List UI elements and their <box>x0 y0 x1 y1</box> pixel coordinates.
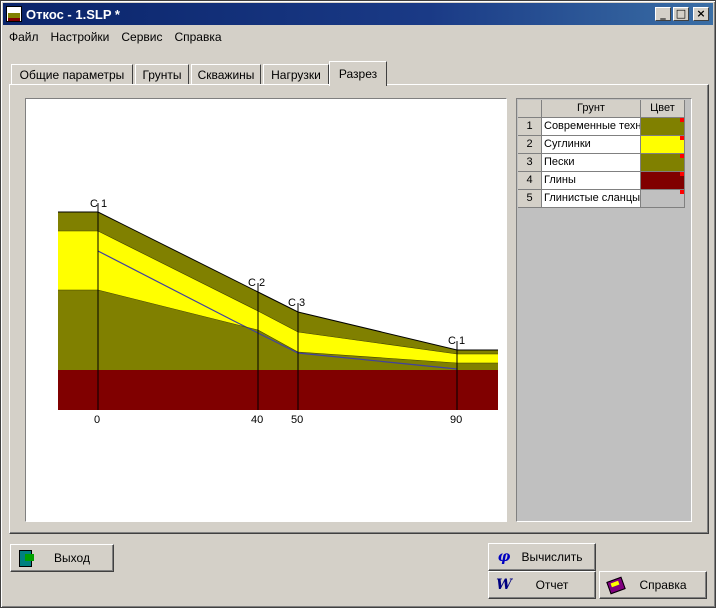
soil-color-swatch[interactable] <box>641 172 685 190</box>
soil-color-swatch[interactable] <box>641 118 685 136</box>
section-svg: С 1 С 2 С 3 С 1 0 40 50 90 <box>58 198 498 426</box>
calculate-button[interactable]: φ Вычислить <box>488 543 596 571</box>
maximize-button[interactable]: □ <box>673 7 689 21</box>
header-num <box>518 100 542 118</box>
x-tick-90: 90 <box>450 414 462 426</box>
x-tick-40: 40 <box>251 414 263 426</box>
soil-color-swatch[interactable] <box>641 154 685 172</box>
menu-help[interactable]: Справка <box>168 30 227 44</box>
help-book-icon <box>606 576 624 594</box>
table-row[interactable]: 1 Современные техногенные <box>518 118 685 136</box>
soil-name[interactable]: Глины <box>542 172 641 190</box>
tab-loads[interactable]: Нагрузки <box>263 64 329 85</box>
row-num: 5 <box>518 190 542 208</box>
minimize-button[interactable]: _ <box>655 7 671 21</box>
table-row[interactable]: 4 Глины <box>518 172 685 190</box>
layer-clay <box>58 370 498 410</box>
soil-grid[interactable]: Грунт Цвет 1 Современные техногенные 2 С… <box>516 98 692 522</box>
well-label-c2: С 2 <box>248 277 265 289</box>
exit-label: Выход <box>54 551 90 565</box>
close-button[interactable]: × <box>693 7 709 21</box>
phi-icon: φ <box>497 549 511 565</box>
window-title: Откос - 1.SLP * <box>26 6 120 22</box>
color-marker <box>680 172 684 176</box>
section-tab-panel: С 1 С 2 С 3 С 1 0 40 50 90 Грунт Цвет 1 … <box>9 84 709 534</box>
x-tick-50: 50 <box>291 414 303 426</box>
row-num: 3 <box>518 154 542 172</box>
tab-soils[interactable]: Грунты <box>135 64 189 85</box>
calculate-label: Вычислить <box>521 550 583 564</box>
color-marker <box>680 118 684 122</box>
app-window: Откос - 1.SLP * _ □ × Файл Настройки Сер… <box>0 0 716 608</box>
soil-name[interactable]: Глинистые сланцы <box>542 190 641 208</box>
table-row[interactable]: 3 Пески <box>518 154 685 172</box>
tab-general-params[interactable]: Общие параметры <box>11 64 133 85</box>
tab-boreholes[interactable]: Скважины <box>191 64 261 85</box>
help-button[interactable]: Справка <box>599 571 707 599</box>
report-button[interactable]: W Отчет <box>488 571 596 599</box>
word-doc-icon: W <box>496 577 512 593</box>
soil-grid-header: Грунт Цвет <box>518 100 685 118</box>
color-marker <box>680 136 684 140</box>
help-label: Справка <box>639 578 687 592</box>
soil-color-swatch[interactable] <box>641 190 685 208</box>
menu-settings[interactable]: Настройки <box>45 30 116 44</box>
x-tick-0: 0 <box>94 414 100 426</box>
header-soil[interactable]: Грунт <box>542 100 641 118</box>
well-label-c3: С 3 <box>288 297 305 309</box>
title-bar[interactable]: Откос - 1.SLP * _ □ × <box>3 3 713 25</box>
row-num: 2 <box>518 136 542 154</box>
color-marker <box>680 154 684 158</box>
table-row[interactable]: 5 Глинистые сланцы <box>518 190 685 208</box>
soil-name[interactable]: Современные техногенные <box>542 118 641 136</box>
menu-bar: Файл Настройки Сервис Справка <box>3 27 713 47</box>
exit-icon <box>17 549 35 567</box>
soil-name[interactable]: Суглинки <box>542 136 641 154</box>
soil-name[interactable]: Пески <box>542 154 641 172</box>
row-num: 4 <box>518 172 542 190</box>
menu-service[interactable]: Сервис <box>115 30 168 44</box>
well-label-c1: С 1 <box>90 198 107 210</box>
section-drawing[interactable]: С 1 С 2 С 3 С 1 0 40 50 90 <box>25 98 507 522</box>
menu-file[interactable]: Файл <box>3 30 45 44</box>
soil-color-swatch[interactable] <box>641 136 685 154</box>
color-marker <box>680 190 684 194</box>
report-label: Отчет <box>535 578 569 592</box>
well-label-c1-end: С 1 <box>448 335 465 347</box>
app-icon <box>6 6 22 22</box>
row-num: 1 <box>518 118 542 136</box>
exit-button[interactable]: Выход <box>10 544 114 572</box>
table-row[interactable]: 2 Суглинки <box>518 136 685 154</box>
tab-section[interactable]: Разрез <box>329 61 387 86</box>
header-color[interactable]: Цвет <box>641 100 685 118</box>
